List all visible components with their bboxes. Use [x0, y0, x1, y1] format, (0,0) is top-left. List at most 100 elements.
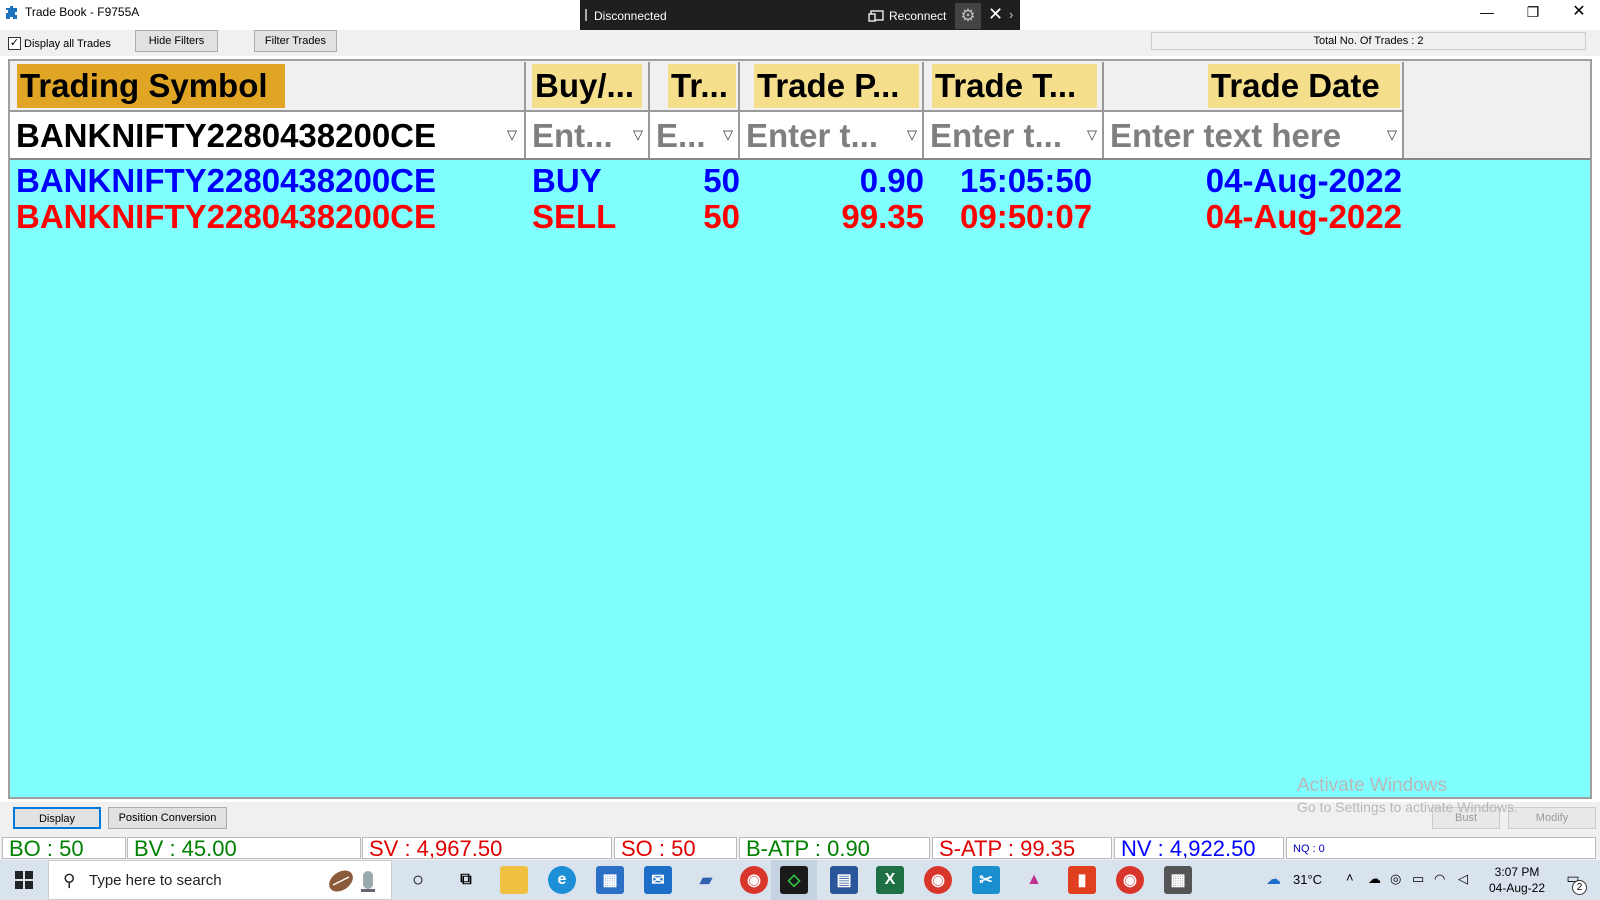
modify-button[interactable]: Modify — [1508, 807, 1596, 829]
col-label: Trade P... — [754, 64, 919, 108]
col-label: Tr... — [668, 64, 736, 108]
status-nq: NQ : 0 — [1286, 837, 1596, 859]
remote-desktop-icon[interactable]: ▰ — [692, 866, 720, 894]
windows-logo-icon — [15, 871, 33, 889]
snipping-tool-icon[interactable]: ✂ — [972, 866, 1000, 894]
store-icon[interactable]: ▦ — [596, 866, 624, 894]
start-button[interactable] — [0, 860, 48, 900]
cell-symbol: BANKNIFTY2280438200CE — [16, 162, 437, 199]
task-view-icon[interactable]: ⧉ — [452, 866, 480, 894]
filter-funnel-icon[interactable]: ▽ — [1085, 126, 1099, 144]
cell-date: 04-Aug-2022 — [1205, 198, 1402, 235]
mail-icon[interactable]: ✉ — [644, 866, 672, 894]
cortana-icon[interactable]: ○ — [404, 866, 432, 894]
filter-trading-symbol[interactable]: BANKNIFTY2280438200CE ▽ — [10, 110, 526, 158]
filter-trade-price[interactable]: Enter t... ▽ — [740, 110, 924, 158]
chevron-right-icon[interactable]: › — [1009, 7, 1013, 22]
notification-count-badge: 2 — [1572, 880, 1587, 895]
taskbar-search-box[interactable]: ⚲ Type here to search — [48, 860, 392, 900]
filter-trade-qty[interactable]: E... ▽ — [650, 110, 740, 158]
edge-browser-icon[interactable]: e — [548, 866, 576, 894]
app-puzzle-icon — [6, 6, 17, 19]
taskbar-clock[interactable]: 3:07 PM 04-Aug-22 — [1481, 864, 1553, 896]
weather-icon[interactable]: ☁ — [1266, 870, 1281, 900]
windows-taskbar: ⚲ Type here to search ○ ⧉ e ▦ ✉ ▰ ◉ ◇ ▤ … — [0, 860, 1600, 900]
filter-funnel-icon[interactable]: ▽ — [1385, 126, 1399, 144]
filter-funnel-icon[interactable]: ▽ — [505, 126, 519, 144]
filter-funnel-icon[interactable]: ▽ — [905, 126, 919, 144]
excel-icon[interactable]: X — [876, 866, 904, 894]
col-label: Buy/... — [532, 64, 642, 108]
status-so: SO : 50 — [614, 837, 737, 859]
checkbox-mark[interactable]: ✓ — [8, 37, 21, 50]
reconnect-icon — [868, 9, 884, 22]
filter-placeholder[interactable]: Ent... — [532, 114, 628, 158]
grip-handle[interactable] — [585, 9, 587, 21]
close-button[interactable]: ✕ — [1556, 0, 1600, 26]
cell-time: 15:05:50 — [960, 162, 1093, 199]
chrome-profile-b-icon[interactable]: ◉ — [924, 866, 952, 894]
battery-icon[interactable]: ▭ — [1412, 871, 1424, 900]
filter-buy-sell[interactable]: Ent... ▽ — [526, 110, 650, 158]
filter-trade-time[interactable]: Enter t... ▽ — [924, 110, 1104, 158]
filter-trades-button[interactable]: Filter Trades — [254, 30, 337, 52]
cloud-off-icon[interactable]: ☁ — [1368, 871, 1381, 900]
status-sv: SV : 4,967.50 — [362, 837, 612, 859]
filter-placeholder[interactable]: E... — [656, 114, 718, 158]
col-header-trade-qty[interactable]: Tr... — [650, 62, 740, 110]
wifi-icon[interactable]: ◠ — [1434, 871, 1445, 900]
cell-side: SELL — [532, 198, 617, 235]
col-header-trade-time[interactable]: Trade T... — [924, 62, 1104, 110]
file-explorer-icon[interactable] — [500, 866, 528, 894]
minimize-button[interactable]: — — [1464, 0, 1510, 26]
trading-terminal-icon[interactable]: ◇ — [780, 866, 808, 894]
display-all-trades-checkbox[interactable]: ✓ Display all Trades — [8, 37, 111, 50]
connection-status: Disconnected — [594, 9, 667, 23]
col-header-trading-symbol[interactable]: Trading Symbol — [10, 62, 526, 110]
col-header-buy-sell[interactable]: Buy/... — [526, 62, 650, 110]
status-bo: BO : 50 — [2, 837, 126, 859]
trade-book-window: Trade Book - F9755A — ❐ ✕ Disconnected R… — [0, 0, 1600, 900]
position-conversion-button[interactable]: Position Conversion — [108, 807, 227, 829]
chrome-icon[interactable]: ◉ — [740, 866, 768, 894]
volume-icon[interactable]: ◁ — [1458, 871, 1468, 900]
display-button[interactable]: Display — [13, 807, 101, 829]
filter-placeholder[interactable]: Enter text here — [1110, 114, 1380, 158]
hide-filters-button[interactable]: Hide Filters — [135, 30, 218, 52]
activate-subtitle: Go to Settings to activate Windows. — [1297, 799, 1518, 815]
activate-windows-watermark: Activate Windows Go to Settings to activ… — [1297, 775, 1518, 815]
filter-placeholder[interactable]: Enter t... — [930, 114, 1084, 158]
search-placeholder: Type here to search — [89, 872, 222, 889]
table-row[interactable]: BANKNIFTY2280438200CE BUY 50 0.90 15:05:… — [10, 163, 1590, 199]
weather-temp[interactable]: 31°C — [1293, 872, 1322, 900]
chevron-up-icon[interactable]: ˄ — [1346, 870, 1354, 900]
filter-trade-date[interactable]: Enter text here ▽ — [1104, 110, 1404, 158]
cell-side: BUY — [532, 162, 602, 199]
cell-qty: 50 — [703, 162, 740, 199]
webcam-icon[interactable]: ◎ — [1390, 871, 1401, 900]
status-batp: B-ATP : 0.90 — [739, 837, 930, 859]
word-doc-icon[interactable]: ▤ — [830, 866, 858, 894]
col-header-trade-date[interactable]: Trade Date — [1104, 62, 1404, 110]
col-label: Trade Date — [1208, 64, 1400, 108]
close-icon[interactable]: ✕ — [988, 4, 1003, 25]
calculator-icon[interactable]: ▦ — [1164, 866, 1192, 894]
cell-date: 04-Aug-2022 — [1205, 162, 1402, 199]
gear-icon[interactable]: ⚙ — [955, 3, 981, 29]
chrome-profile-d-icon[interactable]: ◉ — [1116, 866, 1144, 894]
maximize-button[interactable]: ❐ — [1510, 0, 1556, 26]
reconnect-label: Reconnect — [889, 9, 947, 23]
search-highlight-art-icon — [329, 870, 375, 892]
cell-price: 0.90 — [859, 162, 924, 199]
drive-triangle-icon[interactable]: ▲ — [1020, 866, 1048, 894]
table-row[interactable]: BANKNIFTY2280438200CE SELL 50 99.35 09:5… — [10, 199, 1590, 235]
filter-value[interactable]: BANKNIFTY2280438200CE — [16, 114, 496, 158]
office-app-icon[interactable]: ▮ — [1068, 866, 1096, 894]
filter-placeholder[interactable]: Enter t... — [746, 114, 904, 158]
filter-funnel-icon[interactable]: ▽ — [631, 126, 645, 144]
cell-price: 99.35 — [841, 198, 924, 235]
clock-time: 3:07 PM — [1494, 865, 1540, 879]
filter-funnel-icon[interactable]: ▽ — [721, 126, 735, 144]
reconnect-button[interactable]: Reconnect — [868, 7, 946, 25]
col-header-trade-price[interactable]: Trade P... — [740, 62, 924, 110]
